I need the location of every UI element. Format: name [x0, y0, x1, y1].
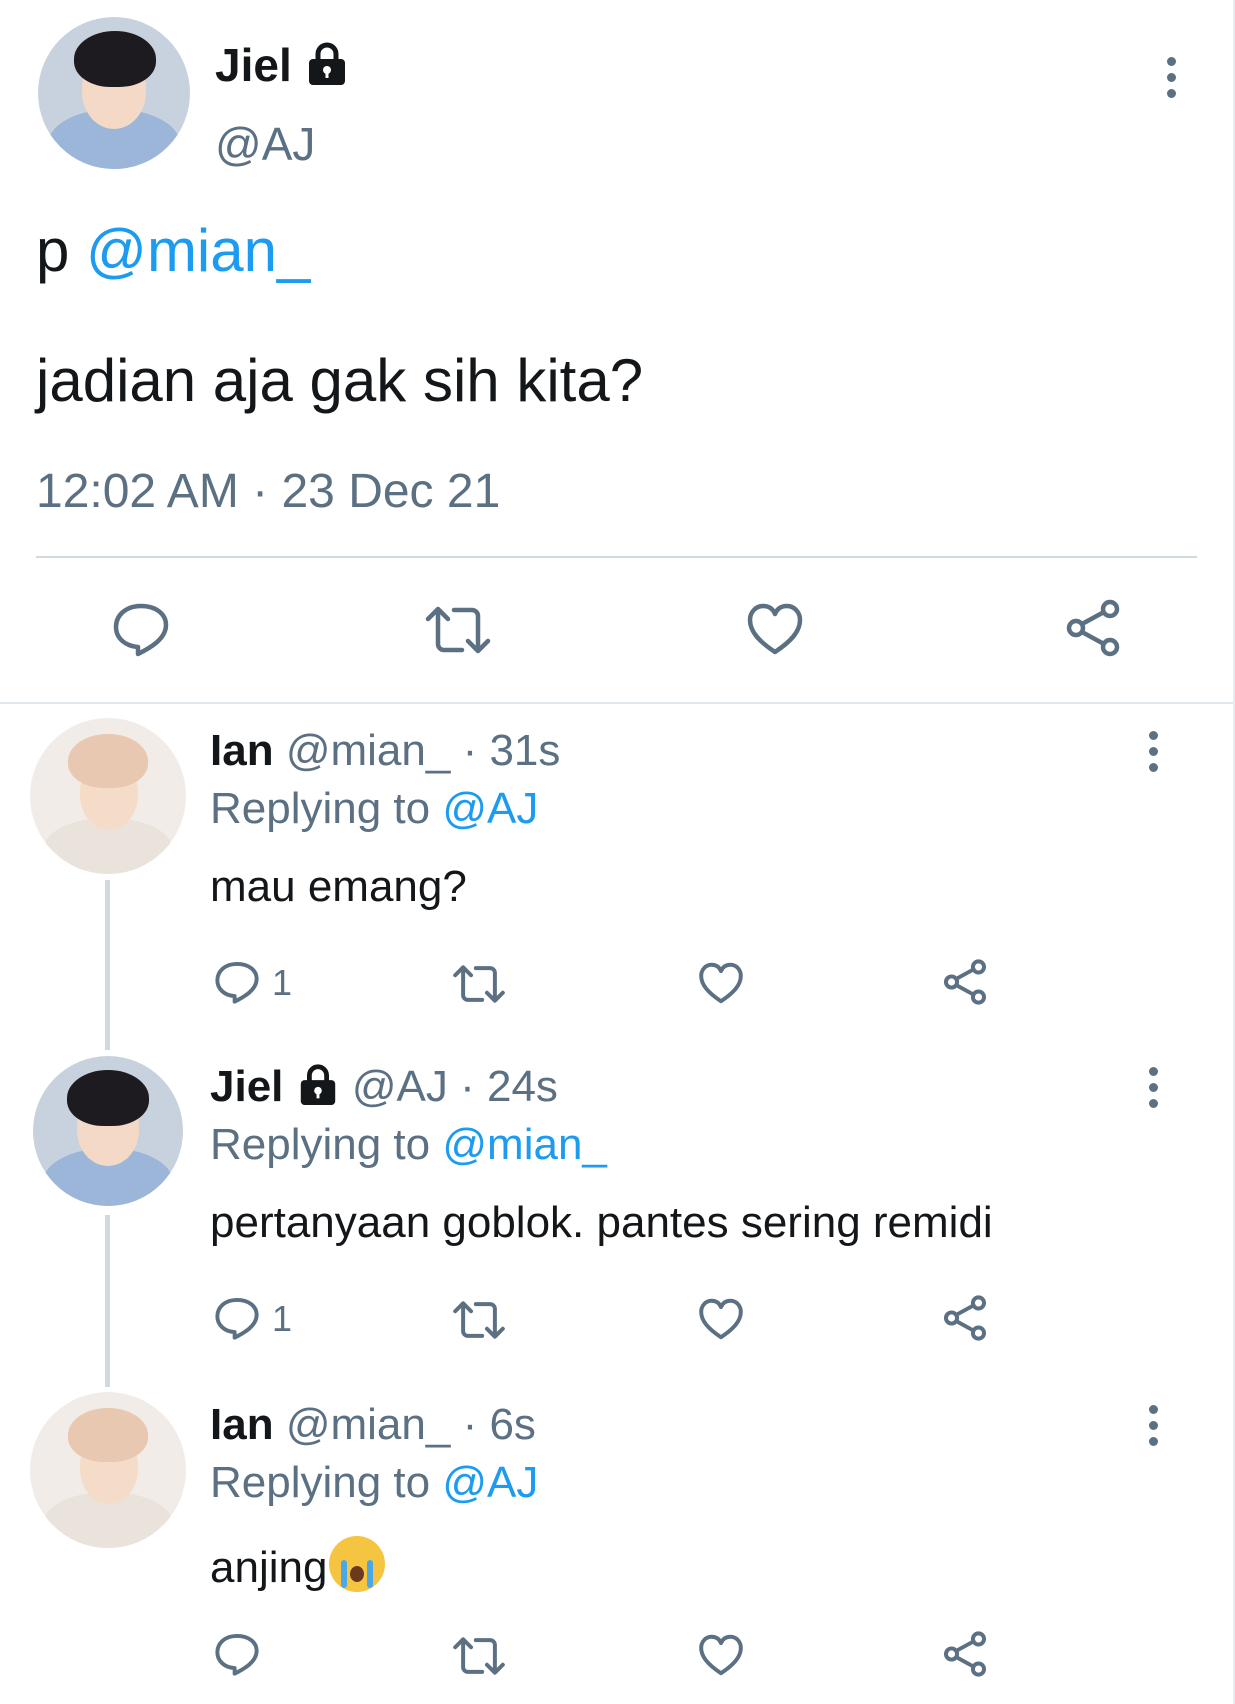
more-options-icon[interactable]	[1147, 1405, 1159, 1446]
main-tweet[interactable]: Jiel @AJ p @mian_ jadian aja gak sih kit…	[0, 0, 1235, 703]
reply-author-name[interactable]: Jiel	[210, 1062, 283, 1111]
retweet-icon[interactable]	[452, 1635, 506, 1677]
reply-icon[interactable]	[112, 601, 170, 657]
tweet-timestamp[interactable]: 12:02 AM · 23 Dec 21	[36, 464, 500, 519]
replying-to-mention[interactable]: @AJ	[442, 784, 538, 833]
reply-avatar[interactable]	[33, 1056, 183, 1206]
reply-icon[interactable]	[214, 1632, 260, 1676]
more-options-icon[interactable]	[1165, 57, 1177, 98]
reply-time[interactable]: · 6s	[463, 1400, 536, 1449]
reply-author-handle[interactable]: @AJ	[352, 1062, 448, 1111]
share-icon[interactable]	[942, 1294, 988, 1342]
reply-author-handle[interactable]: @mian_	[286, 726, 451, 775]
like-icon[interactable]	[698, 1633, 744, 1677]
replying-to-mention[interactable]: @AJ	[442, 1458, 538, 1507]
share-icon[interactable]	[942, 958, 988, 1006]
retweet-icon[interactable]	[424, 604, 492, 656]
replying-to: Replying to @AJ	[210, 1458, 539, 1507]
author-name[interactable]: Jiel	[215, 39, 292, 91]
retweet-icon[interactable]	[452, 1299, 506, 1341]
reply-time[interactable]: · 31s	[463, 726, 561, 775]
replying-to-mention[interactable]: @mian_	[442, 1120, 607, 1169]
reply-author-name[interactable]: Ian	[210, 726, 274, 775]
author-name-row: Jiel	[215, 38, 349, 97]
reply-author-handle[interactable]: @mian_	[286, 1400, 451, 1449]
reply-tweet[interactable]: Ian @mian_ · 31s Replying to @AJ mau ema…	[0, 718, 1235, 1038]
share-icon[interactable]	[1064, 598, 1122, 658]
lock-icon	[305, 40, 349, 97]
reply-avatar[interactable]	[30, 718, 186, 874]
reply-text: anjing	[210, 1536, 386, 1593]
reply-icon[interactable]	[214, 960, 260, 1004]
author-avatar[interactable]	[38, 17, 190, 169]
reply-author-name[interactable]: Ian	[210, 1400, 274, 1449]
retweet-icon[interactable]	[452, 963, 506, 1005]
lock-icon	[296, 1062, 340, 1117]
like-icon[interactable]	[698, 961, 744, 1005]
reply-tweet[interactable]: Jiel @AJ · 24s Replying to @mian_ pertan…	[0, 1054, 1235, 1374]
like-icon[interactable]	[698, 1297, 744, 1341]
reply-count: 1	[272, 962, 293, 1003]
author-handle[interactable]: @AJ	[215, 117, 315, 171]
reply-text: mau emang?	[210, 862, 467, 911]
like-icon[interactable]	[746, 602, 804, 656]
reply-header: Jiel @AJ · 24s	[210, 1062, 558, 1117]
replying-to: Replying to @AJ	[210, 784, 539, 833]
reply-count: 1	[272, 1298, 293, 1339]
reply-tweet[interactable]: Ian @mian_ · 6s Replying to @AJ anjing	[0, 1392, 1235, 1692]
reply-avatar[interactable]	[30, 1392, 186, 1548]
share-icon[interactable]	[942, 1630, 988, 1678]
reply-header: Ian @mian_ · 6s	[210, 1400, 536, 1450]
reply-header: Ian @mian_ · 31s	[210, 726, 560, 776]
tweet-text-line1: p @mian_	[36, 217, 311, 284]
loudly-crying-face-icon	[329, 1536, 386, 1592]
reply-time[interactable]: · 24s	[460, 1062, 558, 1111]
replying-to: Replying to @mian_	[210, 1120, 607, 1169]
more-options-icon[interactable]	[1147, 731, 1159, 772]
mention-link[interactable]: @mian_	[86, 217, 310, 284]
divider	[36, 556, 1197, 558]
reply-text: pertanyaan goblok. pantes sering remidi	[210, 1198, 993, 1247]
reply-icon[interactable]	[214, 1296, 260, 1340]
tweet-text-line2: jadian aja gak sih kita?	[36, 347, 644, 414]
main-tweet-separator	[0, 702, 1235, 704]
more-options-icon[interactable]	[1147, 1067, 1159, 1108]
